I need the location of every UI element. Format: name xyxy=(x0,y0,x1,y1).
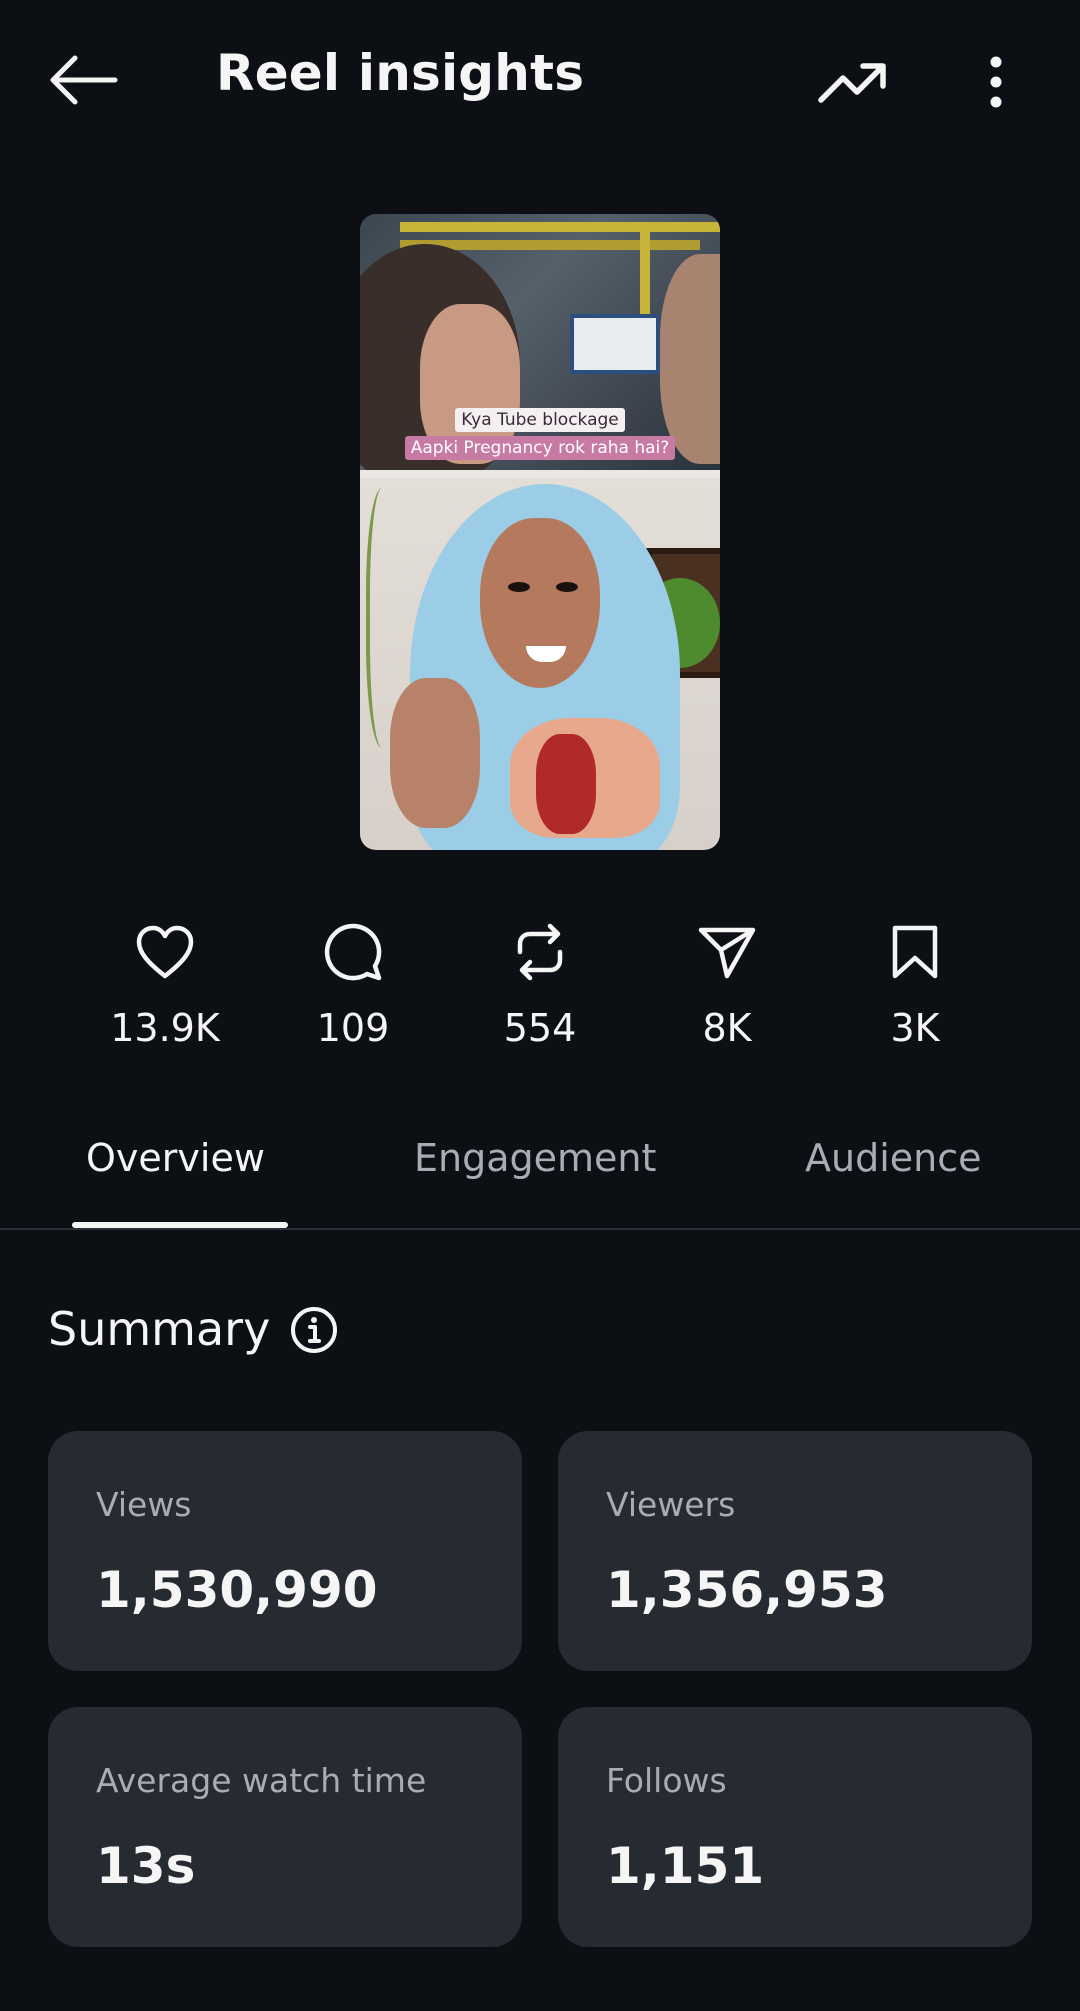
stat-value: 109 xyxy=(316,1006,390,1050)
stat-value: 13.9K xyxy=(110,1006,220,1050)
card-value: 1,530,990 xyxy=(96,1561,378,1619)
summary-card-average-watch-time[interactable]: Average watch time 13s xyxy=(48,1707,522,1947)
trending-up-icon xyxy=(818,63,886,103)
thumbnail-divider xyxy=(360,470,720,478)
card-value: 13s xyxy=(96,1837,196,1895)
card-label: Average watch time xyxy=(96,1761,427,1800)
stat-value: 554 xyxy=(503,1006,577,1050)
summary-card-views[interactable]: Views 1,530,990 xyxy=(48,1431,522,1671)
tab-engagement[interactable]: Engagement xyxy=(414,1136,656,1180)
page-title: Reel insights xyxy=(216,44,585,102)
insights-tabs: Overview Engagement Audience xyxy=(0,1110,1080,1230)
stat-shares: 8K xyxy=(652,920,802,1070)
thumbnail-top-scene: Kya Tube blockage Aapki Pregnancy rok ra… xyxy=(360,214,720,484)
more-vertical-icon xyxy=(990,56,1002,108)
caption-line-2: Aapki Pregnancy rok raha hai? xyxy=(404,436,676,460)
active-tab-indicator xyxy=(72,1222,288,1228)
stat-comments: 109 xyxy=(278,920,428,1070)
summary-card-follows[interactable]: Follows 1,151 xyxy=(558,1707,1032,1947)
caption-line-1: Kya Tube blockage xyxy=(455,408,625,432)
info-icon[interactable] xyxy=(290,1306,338,1354)
thumbnail-bottom-scene xyxy=(360,478,720,850)
stat-value: 3K xyxy=(890,1006,940,1050)
trend-button[interactable] xyxy=(808,44,898,120)
reel-thumbnail[interactable]: Kya Tube blockage Aapki Pregnancy rok ra… xyxy=(360,214,720,850)
summary-card-viewers[interactable]: Viewers 1,356,953 xyxy=(558,1431,1032,1671)
card-label: Viewers xyxy=(606,1485,736,1524)
summary-title: Summary xyxy=(48,1302,271,1356)
card-value: 1,151 xyxy=(606,1837,765,1895)
arrow-left-icon xyxy=(50,55,118,105)
back-button[interactable] xyxy=(40,42,126,118)
card-value: 1,356,953 xyxy=(606,1561,888,1619)
stat-value: 8K xyxy=(702,1006,752,1050)
bookmark-icon xyxy=(883,920,947,984)
tab-overview[interactable]: Overview xyxy=(86,1136,265,1180)
engagement-stats: 13.9K 109 554 8K 3K xyxy=(0,920,1080,1070)
reel-insights-screen: Reel insights Kya Tube blockage Aapki Pr… xyxy=(0,0,1080,2011)
repost-icon xyxy=(508,920,572,984)
stat-saves: 3K xyxy=(840,920,990,1070)
stat-likes: 13.9K xyxy=(90,920,240,1070)
stat-reposts: 554 xyxy=(465,920,615,1070)
tab-audience[interactable]: Audience xyxy=(805,1136,982,1180)
share-icon xyxy=(695,920,759,984)
card-label: Follows xyxy=(606,1761,727,1800)
card-label: Views xyxy=(96,1485,192,1524)
heart-icon xyxy=(133,920,197,984)
thumbnail-caption: Kya Tube blockage Aapki Pregnancy rok ra… xyxy=(360,408,720,460)
header: Reel insights xyxy=(0,0,1080,160)
more-options-button[interactable] xyxy=(966,44,1026,120)
comment-icon xyxy=(321,920,385,984)
